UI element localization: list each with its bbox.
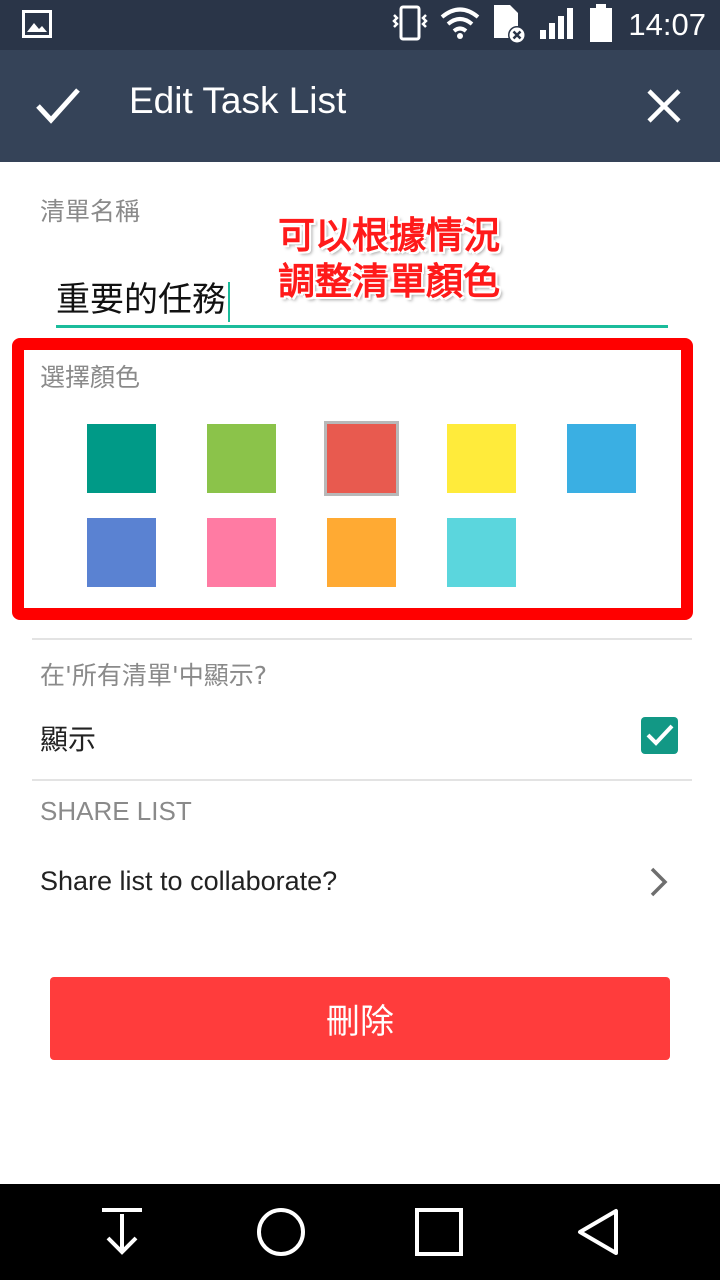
color-swatch[interactable] <box>567 424 636 493</box>
share-list-label: Share list to collaborate? <box>40 866 338 896</box>
show-in-all-label: 在'所有清單'中顯示? <box>40 661 268 690</box>
close-icon[interactable] <box>644 86 684 126</box>
divider <box>32 779 692 781</box>
back-icon[interactable] <box>550 1184 646 1280</box>
text-caret <box>228 281 230 322</box>
chevron-right-icon <box>648 866 670 902</box>
checkmark-icon <box>646 724 674 746</box>
nav-bar <box>0 1184 720 1280</box>
color-swatch[interactable] <box>447 424 516 493</box>
check-icon[interactable] <box>34 84 82 128</box>
annotation-line-2: 調整清單顏色 <box>278 259 500 303</box>
annotation-line-1: 可以根據情況 <box>278 213 500 257</box>
app-bar: Edit Task List <box>0 50 720 162</box>
wifi-icon <box>440 6 480 44</box>
color-swatch[interactable] <box>327 424 396 493</box>
list-name-label: 清單名稱 <box>40 197 141 226</box>
signal-icon <box>538 6 578 44</box>
color-swatch[interactable] <box>87 518 156 587</box>
color-swatch[interactable] <box>207 424 276 493</box>
battery-icon <box>588 3 614 47</box>
show-checkbox[interactable] <box>641 717 678 754</box>
recents-icon[interactable] <box>391 1184 487 1280</box>
vibrate-icon <box>390 5 430 45</box>
page-title: Edit Task List <box>129 80 347 121</box>
color-swatch[interactable] <box>447 518 516 587</box>
status-time: 14:07 <box>628 7 706 42</box>
color-swatch[interactable] <box>327 518 396 587</box>
status-bar: 14:07 <box>0 0 720 50</box>
notification-pull-icon[interactable] <box>74 1184 170 1280</box>
show-option-label: 顯示 <box>40 723 97 756</box>
delete-button[interactable]: 刪除 <box>50 977 670 1060</box>
gallery-icon <box>22 10 52 42</box>
color-swatch[interactable] <box>207 518 276 587</box>
choose-color-label: 選擇顏色 <box>40 363 141 392</box>
share-list-row[interactable]: Share list to collaborate? <box>0 848 720 918</box>
color-swatch[interactable] <box>87 424 156 493</box>
home-icon[interactable] <box>233 1184 329 1280</box>
annotation-text: 可以根據情況 調整清單顏色 <box>278 212 538 304</box>
share-list-header: SHARE LIST <box>40 796 192 826</box>
divider <box>32 638 692 640</box>
no-sim-icon <box>490 2 528 48</box>
list-name-value: 重要的任務 <box>56 280 226 320</box>
